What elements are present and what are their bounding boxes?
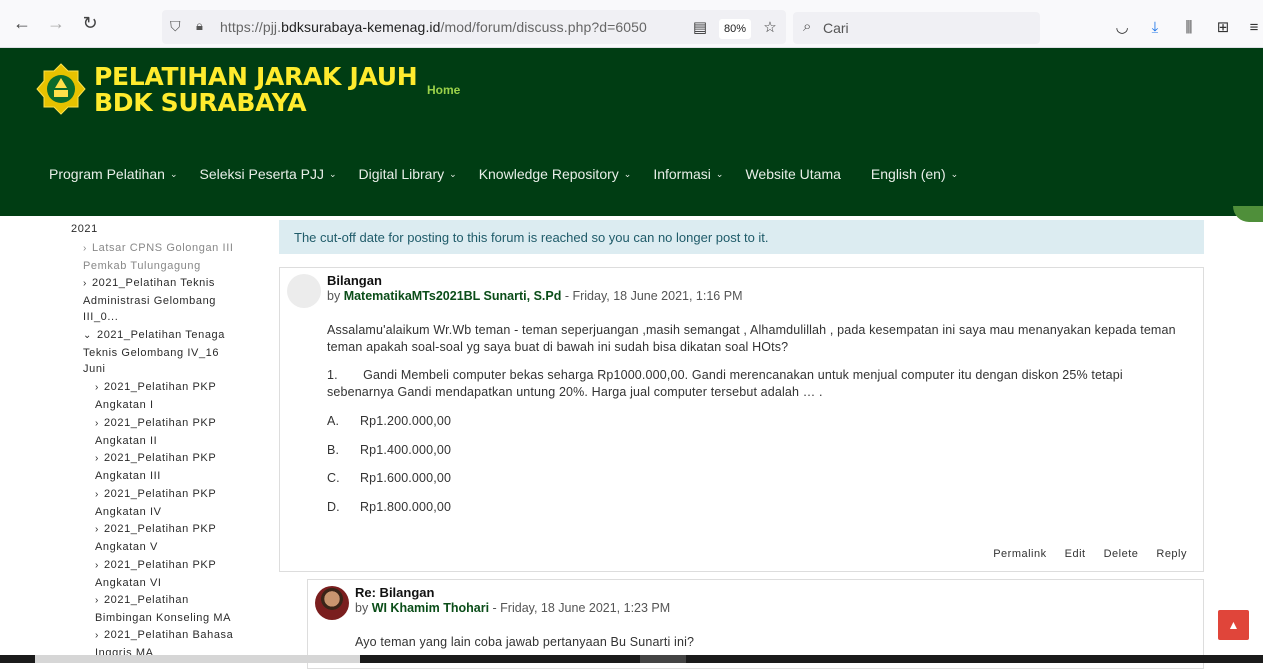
pocket-icon[interactable]: ◡ [1113, 18, 1131, 36]
post-byline: by MatematikaMTs2021BL Sunarti, S.Pd - F… [327, 289, 743, 303]
shield-icon[interactable]: ⛉ [170, 18, 181, 35]
chevron-right-icon: › [95, 630, 99, 641]
chevron-right-icon: › [95, 453, 99, 464]
main-navigation: Program Pelatihan ⌄ Seleksi Peserta PJJ ⌄ … [49, 166, 980, 182]
edit-link[interactable]: Edit [1065, 548, 1086, 560]
site-brand[interactable]: PELATIHAN JARAK JAUH BDK SURABAYA [94, 64, 418, 116]
library-icon[interactable]: ⫼ [1180, 18, 1198, 36]
sidebar-item-pkp-5[interactable]: › 2021_Pelatihan PKP Angkatan V [95, 521, 216, 555]
nav-digital-library[interactable]: Digital Library ⌄ [359, 166, 457, 182]
option-b: B. Rp1.400.000,00 [327, 443, 452, 457]
sidebar-item-tenaga-teknis[interactable]: ⌄ 2021_Pelatihan Tenaga Teknis Gelombang I… [83, 327, 225, 378]
site-header: PELATIHAN JARAK JAUH BDK SURABAYA Home P… [0, 48, 1263, 216]
chevron-right-icon: › [95, 418, 99, 429]
sidebar-item-pkp-3[interactable]: › 2021_Pelatihan PKP Angkatan III [95, 450, 216, 484]
sidebar-item-latsar[interactable]: › Latsar CPNS Golongan III Pemkab Tulungag… [83, 240, 234, 274]
side-tab[interactable] [1233, 206, 1263, 222]
zoom-level[interactable]: 80% [719, 19, 751, 39]
chevron-right-icon: › [95, 524, 99, 535]
chevron-right-icon: › [83, 243, 87, 254]
chevron-down-icon: ⌄ [623, 168, 632, 179]
author-link[interactable]: WI Khamim Thohari [372, 601, 489, 615]
chevron-right-icon: › [95, 560, 99, 571]
post-intro: Assalamu'alaikum Wr.Wb teman - teman sep… [327, 323, 1176, 354]
post-actions: Permalink Edit Delete Reply [993, 548, 1187, 560]
sidebar-item-pkp-2[interactable]: › 2021_Pelatihan PKP Angkatan II [95, 415, 216, 449]
back-arrow-icon[interactable]: ← [10, 12, 34, 36]
sidebar-year: 2021 [71, 223, 98, 235]
extensions-icon[interactable]: ⊞ [1214, 18, 1232, 36]
search-input[interactable]: ⌕ Cari [793, 12, 1040, 44]
forum-post: Bilangan by MatematikaMTs2021BL Sunarti,… [279, 267, 1204, 572]
option-c: C. Rp1.600.000,00 [327, 471, 452, 485]
forward-arrow-icon[interactable]: → [44, 12, 68, 36]
chevron-right-icon: › [95, 595, 99, 606]
nav-website-utama[interactable]: Website Utama [745, 166, 840, 182]
cutoff-notice: The cut-off date for posting to this for… [279, 220, 1204, 254]
post-subject: Bilangan [327, 273, 382, 288]
bookmark-star-icon[interactable]: ☆ [761, 18, 779, 36]
reply-subject: Re: Bilangan [355, 585, 435, 600]
sidebar-item-pkp-4[interactable]: › 2021_Pelatihan PKP Angkatan IV [95, 486, 216, 520]
scroll-to-top-button[interactable]: ▲ [1218, 610, 1249, 640]
sidebar-item-teknis-administrasi[interactable]: › 2021_Pelatihan Teknis Administrasi Gelom… [83, 275, 216, 326]
chevron-down-icon: ⌄ [329, 168, 337, 179]
option-a: A. Rp1.200.000,00 [327, 414, 452, 428]
kemenag-logo-icon[interactable] [34, 62, 88, 116]
author-link[interactable]: MatematikaMTs2021BL Sunarti, S.Pd [344, 289, 562, 303]
chevron-down-icon: ⌄ [950, 168, 959, 179]
reload-icon[interactable]: ↻ [78, 12, 102, 36]
chevron-up-icon: ▲ [1227, 618, 1240, 632]
search-icon: ⌕ [803, 18, 812, 35]
option-d: D. Rp1.800.000,00 [327, 500, 452, 514]
chevron-down-icon: ⌄ [169, 168, 178, 179]
chevron-right-icon: › [95, 489, 99, 500]
menu-icon[interactable]: ≡ [1245, 18, 1263, 36]
reply-byline: by WI Khamim Thohari - Friday, 18 June 2… [355, 601, 671, 615]
chevron-right-icon: › [95, 382, 99, 393]
browser-toolbar: ← → ↻ ⛉ 🔒︎ https://pjj.bdksurabaya-kemen… [0, 0, 1263, 48]
lock-icon[interactable]: 🔒︎ [196, 18, 203, 34]
post-question: 1. Gandi Membeli computer bekas seharga … [327, 368, 1127, 399]
download-icon[interactable]: ⤓ [1146, 18, 1164, 36]
delete-link[interactable]: Delete [1104, 548, 1139, 560]
nav-program-pelatihan[interactable]: Program Pelatihan ⌄ [49, 166, 178, 182]
permalink-link[interactable]: Permalink [993, 548, 1046, 560]
chevron-down-icon: ⌄ [715, 168, 724, 179]
url-text[interactable]: https://pjj.bdksurabaya-kemenag.id/mod/f… [220, 19, 647, 35]
chevron-down-icon: ⌄ [449, 168, 457, 179]
sidebar-item-bimbingan-konseling[interactable]: › 2021_Pelatihan Bimbingan Konseling MA [95, 592, 231, 626]
reply-link[interactable]: Reply [1156, 548, 1187, 560]
avatar[interactable] [315, 586, 349, 620]
avatar[interactable] [287, 274, 321, 308]
home-link[interactable]: Home [427, 83, 460, 97]
nav-informasi[interactable]: Informasi ⌄ [653, 166, 723, 182]
taskbar-strip [0, 655, 1263, 663]
nav-language[interactable]: English (en) ⌄ [871, 166, 958, 182]
reply-body: Ayo teman yang lain coba jawab pertanyaa… [355, 635, 695, 649]
reader-view-icon[interactable]: ▤ [691, 18, 709, 36]
nav-seleksi-peserta[interactable]: Seleksi Peserta PJJ ⌄ [200, 166, 337, 182]
sidebar-item-pkp-6[interactable]: › 2021_Pelatihan PKP Angkatan VI [95, 557, 216, 591]
course-sidebar: 2021 › Latsar CPNS Golongan III Pemkab Tul… [0, 217, 270, 657]
chevron-down-icon: ⌄ [83, 330, 92, 341]
sidebar-item-bahasa-inggris[interactable]: › 2021_Pelatihan Bahasa Inggris MA [95, 627, 233, 657]
sidebar-item-pkp-1[interactable]: › 2021_Pelatihan PKP Angkatan I [95, 379, 216, 413]
chevron-right-icon: › [83, 278, 87, 289]
nav-knowledge-repository[interactable]: Knowledge Repository ⌄ [479, 166, 632, 182]
